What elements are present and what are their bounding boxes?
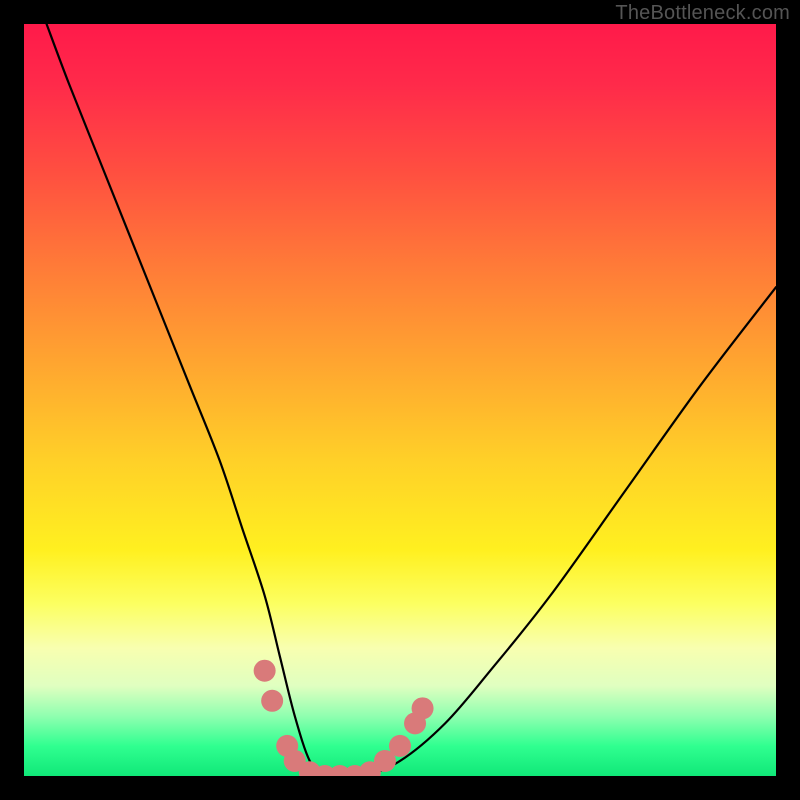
chart-plot-area: [24, 24, 776, 776]
marker-dot: [261, 690, 283, 712]
bottleneck-curve-path: [47, 24, 776, 776]
watermark-text: TheBottleneck.com: [615, 2, 790, 25]
highlight-markers: [254, 660, 434, 776]
marker-dot: [412, 697, 434, 719]
bottleneck-chart-svg: [24, 24, 776, 776]
marker-dot: [389, 735, 411, 757]
marker-dot: [254, 660, 276, 682]
